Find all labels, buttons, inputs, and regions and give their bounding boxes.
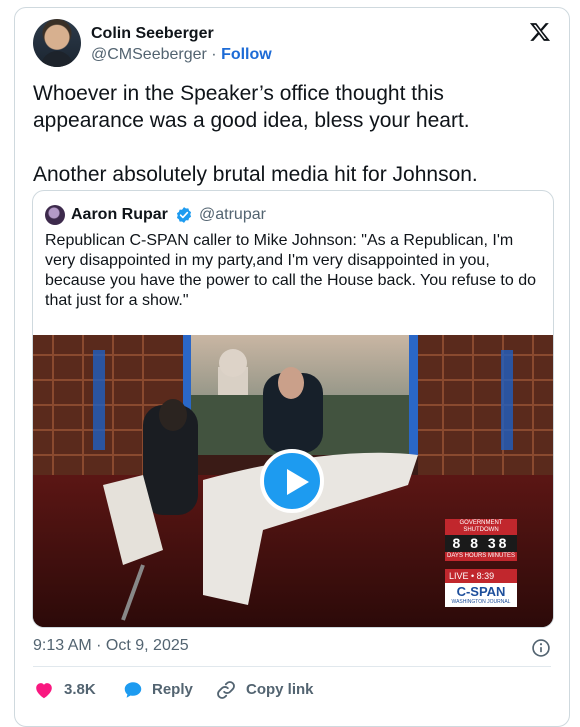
x-logo-icon[interactable] bbox=[529, 21, 551, 43]
tweet-timestamp[interactable]: 9:13 AM · Oct 9, 2025 bbox=[33, 637, 189, 655]
copy-link-label: Copy link bbox=[246, 681, 314, 698]
cspan-logo: C-SPAN bbox=[445, 583, 517, 599]
cspan-overlay: GOVERNMENT SHUTDOWN 8 8 38 DAYS HOURS MI… bbox=[445, 519, 517, 607]
tweet-paragraph: Another absolutely brutal media hit for … bbox=[33, 163, 478, 186]
copy-link-button[interactable]: Copy link bbox=[215, 678, 325, 702]
tweet-header: Colin Seeberger @CMSeeberger · Follow bbox=[33, 19, 555, 69]
link-icon bbox=[217, 681, 235, 699]
reply-label: Reply bbox=[152, 681, 193, 698]
shutdown-counter-units: DAYS HOURS MINUTES bbox=[445, 552, 517, 561]
embedded-tweet-card: Colin Seeberger @CMSeeberger · Follow Wh… bbox=[14, 7, 570, 727]
follow-link[interactable]: Follow bbox=[221, 46, 272, 63]
info-icon[interactable] bbox=[531, 638, 551, 658]
verified-badge-icon bbox=[176, 207, 192, 223]
reply-button[interactable]: Reply bbox=[122, 678, 202, 702]
live-indicator: LIVE • 8:39 bbox=[445, 569, 517, 583]
quoted-tweet[interactable]: Aaron Rupar @atrupar Republican C-SPAN c… bbox=[32, 190, 554, 628]
like-count: 3.8K bbox=[64, 681, 96, 698]
like-button[interactable]: 3.8K bbox=[33, 678, 113, 702]
tweet-text: Whoever in the Speaker’s office thought … bbox=[33, 80, 553, 188]
author-avatar[interactable] bbox=[33, 19, 81, 67]
handle-separator: · bbox=[206, 46, 222, 63]
play-button[interactable] bbox=[260, 449, 324, 513]
quoted-author-avatar bbox=[45, 205, 65, 225]
reply-bubble-icon bbox=[124, 682, 142, 698]
cspan-logo-sub: WASHINGTON JOURNAL bbox=[445, 599, 517, 607]
shutdown-banner: GOVERNMENT SHUTDOWN bbox=[445, 519, 517, 535]
quoted-author-name: Aaron Rupar bbox=[71, 206, 168, 223]
divider bbox=[33, 666, 551, 667]
author-handle-row: @CMSeeberger · Follow bbox=[91, 46, 272, 64]
quoted-author-handle: @atrupar bbox=[199, 206, 266, 223]
video-thumbnail[interactable]: GOVERNMENT SHUTDOWN 8 8 38 DAYS HOURS MI… bbox=[33, 335, 553, 627]
heart-icon bbox=[36, 683, 52, 699]
shutdown-counter: 8 8 38 bbox=[445, 535, 517, 552]
author-name[interactable]: Colin Seeberger bbox=[91, 25, 214, 43]
tweet-paragraph: Whoever in the Speaker’s office thought … bbox=[33, 82, 470, 132]
quoted-tweet-text: Republican C-SPAN caller to Mike Johnson… bbox=[45, 232, 536, 309]
author-handle[interactable]: @CMSeeberger bbox=[91, 46, 207, 63]
